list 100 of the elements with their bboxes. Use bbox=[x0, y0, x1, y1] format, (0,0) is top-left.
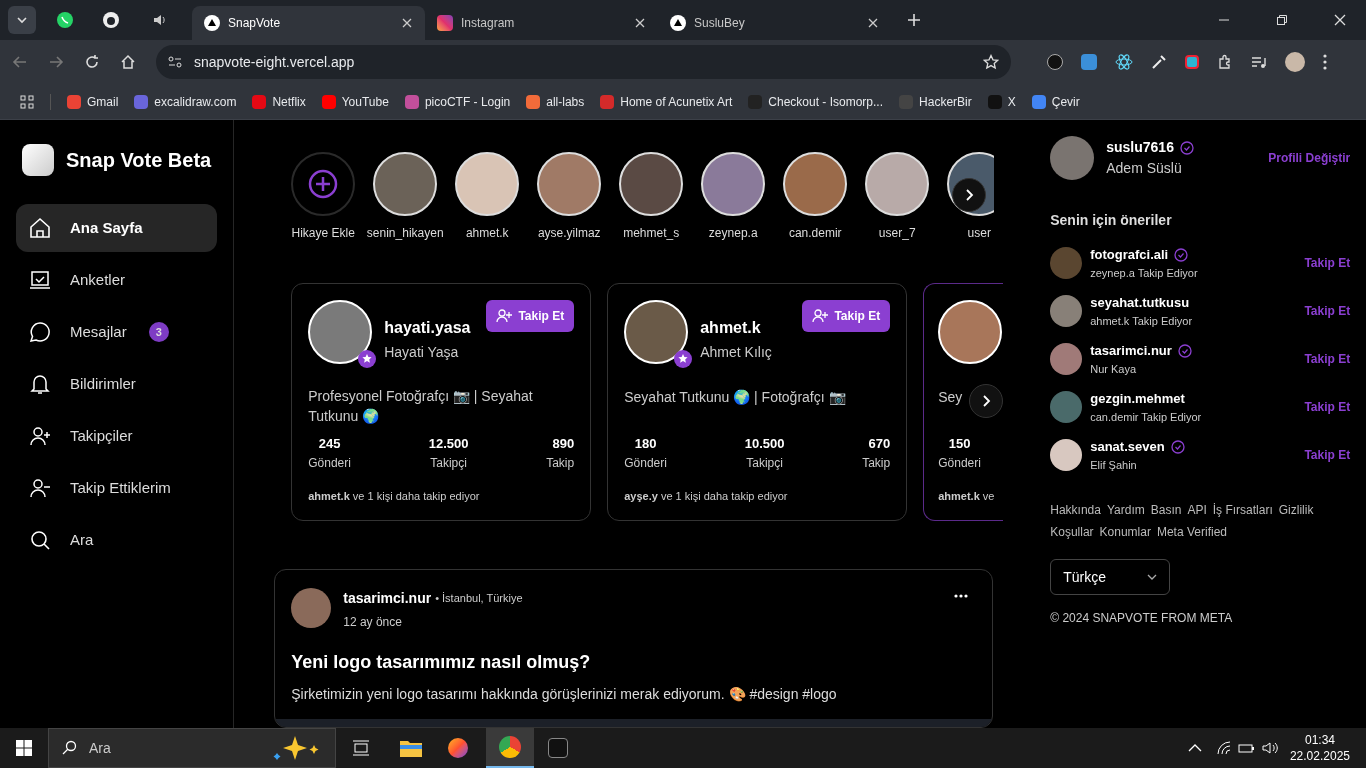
footer-link[interactable]: API bbox=[1187, 501, 1207, 519]
username[interactable]: tasarimci.nur bbox=[1090, 341, 1172, 361]
eyedropper-icon[interactable] bbox=[1151, 54, 1167, 70]
bookmark-link[interactable]: excalidraw.com bbox=[134, 92, 237, 111]
story-label: senin_hikayen bbox=[366, 225, 444, 242]
footer-link[interactable]: Gizlilik bbox=[1278, 501, 1314, 519]
tab-search-button[interactable] bbox=[8, 6, 36, 34]
bookmark-link[interactable]: picoCTF - Login bbox=[404, 92, 511, 111]
profile-avatar[interactable] bbox=[1285, 52, 1305, 72]
clock-time[interactable]: 01:34 bbox=[1304, 732, 1335, 748]
add-story-button[interactable] bbox=[291, 152, 356, 216]
user-plus-icon bbox=[812, 308, 829, 324]
nav-item[interactable]: Ana Sayfa bbox=[16, 204, 218, 252]
atom-icon[interactable] bbox=[1115, 53, 1133, 71]
battery-icon[interactable] bbox=[1237, 742, 1256, 754]
bookmark-link[interactable]: YouTube bbox=[321, 92, 389, 111]
footer-link[interactable]: Konumlar bbox=[1099, 523, 1151, 541]
follow-link[interactable]: Takip Et bbox=[1304, 398, 1351, 416]
bookmark-link[interactable]: Home of Acunetix Art bbox=[600, 92, 733, 111]
more-vertical-icon[interactable] bbox=[1323, 54, 1327, 70]
username: ahmet.k bbox=[700, 318, 762, 338]
next-arrow-button[interactable] bbox=[969, 384, 1004, 418]
follow-button[interactable]: Takip Et bbox=[486, 300, 575, 332]
username: hayati.yasa bbox=[384, 318, 472, 338]
close-icon[interactable] bbox=[1334, 14, 1346, 26]
nav-item[interactable]: Takip Ettiklerim bbox=[16, 464, 218, 512]
bookmark-link[interactable]: Gmail bbox=[67, 92, 119, 111]
more-horizontal-icon bbox=[954, 594, 969, 598]
follow-link[interactable]: Takip Et bbox=[1304, 446, 1351, 464]
switch-profile-link[interactable]: Profili Değiştir bbox=[1268, 149, 1351, 167]
bookmark-link[interactable]: all-labs bbox=[526, 92, 585, 111]
username[interactable]: gezgin.mehmet bbox=[1090, 389, 1185, 409]
clock-date[interactable]: 22.02.2025 bbox=[1289, 748, 1350, 764]
follow-link[interactable]: Takip Et bbox=[1304, 254, 1351, 272]
nav-item[interactable]: Mesajlar 3 bbox=[16, 308, 218, 356]
username[interactable]: sanat.seven bbox=[1090, 437, 1165, 457]
puzzle-icon[interactable] bbox=[1217, 54, 1233, 70]
star-icon[interactable] bbox=[983, 54, 999, 70]
footer-link[interactable]: Koşullar bbox=[1050, 523, 1094, 541]
extension-icon[interactable] bbox=[1047, 54, 1063, 70]
user-avatar bbox=[1050, 295, 1083, 327]
nav-item[interactable]: Ara bbox=[16, 516, 218, 564]
bookmark-link[interactable]: Netflix bbox=[252, 92, 306, 111]
bio-text: Profesyonel Fotoğrafçı 📷 | Seyahat Tutkunu 🌍 bbox=[308, 387, 534, 426]
stat-label: Gönderi bbox=[624, 454, 667, 472]
folder-icon[interactable] bbox=[400, 739, 422, 757]
footer-link[interactable]: Basın bbox=[1150, 501, 1182, 519]
home-icon[interactable] bbox=[120, 54, 136, 70]
bookmark-link[interactable]: Çevir bbox=[1031, 92, 1080, 111]
stat-value: 245 bbox=[318, 435, 341, 453]
close-icon[interactable] bbox=[867, 17, 879, 29]
more-options-button[interactable] bbox=[954, 594, 969, 598]
browser-app-icon[interactable] bbox=[486, 728, 534, 768]
back-arrow-icon[interactable] bbox=[12, 54, 28, 70]
footer-link[interactable]: Hakkında bbox=[1050, 501, 1101, 519]
address-bar[interactable]: snapvote-eight.vercel.app bbox=[156, 45, 1011, 79]
story-label: can.demir bbox=[788, 225, 842, 242]
logo-icon bbox=[22, 144, 54, 176]
forward-arrow-icon[interactable] bbox=[48, 54, 64, 70]
browser-tab[interactable]: SusluBey bbox=[658, 6, 891, 40]
follow-link[interactable]: Takip Et bbox=[1304, 302, 1351, 320]
taskbar-search-field[interactable]: Ara bbox=[48, 728, 336, 768]
close-icon[interactable] bbox=[634, 17, 646, 29]
footer-link[interactable]: İş Fırsatları bbox=[1212, 501, 1273, 519]
task-view-icon[interactable] bbox=[352, 740, 370, 756]
bookmark-link[interactable]: Checkout - Isomorp... bbox=[748, 92, 884, 111]
bell-icon bbox=[28, 372, 52, 396]
nav-item[interactable]: Anketler bbox=[16, 256, 218, 304]
nav-item[interactable]: Takipçiler bbox=[16, 412, 218, 460]
username[interactable]: tasarimci.nur bbox=[343, 588, 432, 609]
browser-tab[interactable]: Instagram bbox=[425, 6, 658, 40]
app-icon[interactable] bbox=[548, 738, 568, 758]
apps-grid-icon[interactable] bbox=[20, 94, 34, 109]
browser-tab[interactable]: SnapVote bbox=[192, 6, 425, 40]
speaker-icon[interactable] bbox=[152, 12, 168, 28]
triangle-logo-icon bbox=[204, 15, 220, 31]
story-label: zeynep.a bbox=[708, 225, 758, 242]
bookmark-link[interactable]: HackerBir bbox=[899, 92, 972, 111]
language-select[interactable]: Türkçe bbox=[1050, 559, 1171, 595]
footer-link[interactable]: Meta Verified bbox=[1156, 523, 1227, 541]
follow-link[interactable]: Takip Et bbox=[1304, 350, 1351, 368]
reload-icon[interactable] bbox=[84, 54, 100, 70]
follow-button[interactable]: Takip Et bbox=[802, 300, 891, 332]
nav-item[interactable]: Bildirimler bbox=[16, 360, 218, 408]
user-plus-icon bbox=[28, 424, 52, 448]
footer-link[interactable]: Yardım bbox=[1106, 501, 1145, 519]
speaker-icon[interactable] bbox=[1261, 741, 1278, 755]
new-tab-icon[interactable] bbox=[907, 13, 921, 27]
story-label: user_7 bbox=[878, 225, 916, 242]
chevron-up-icon[interactable] bbox=[1187, 743, 1202, 753]
chat-bubble-icon[interactable] bbox=[56, 11, 74, 29]
media-playlist-icon[interactable] bbox=[1251, 54, 1267, 70]
wifi-icon[interactable] bbox=[1215, 741, 1232, 755]
close-icon[interactable] bbox=[401, 17, 413, 29]
bookmark-link[interactable]: X bbox=[987, 92, 1016, 111]
username[interactable]: fotografci.ali bbox=[1090, 245, 1169, 265]
browser-app-icon[interactable] bbox=[448, 738, 468, 758]
restore-icon[interactable] bbox=[1276, 14, 1288, 26]
username[interactable]: seyahat.tutkusu bbox=[1090, 293, 1190, 313]
extension-icon[interactable] bbox=[1185, 55, 1199, 69]
